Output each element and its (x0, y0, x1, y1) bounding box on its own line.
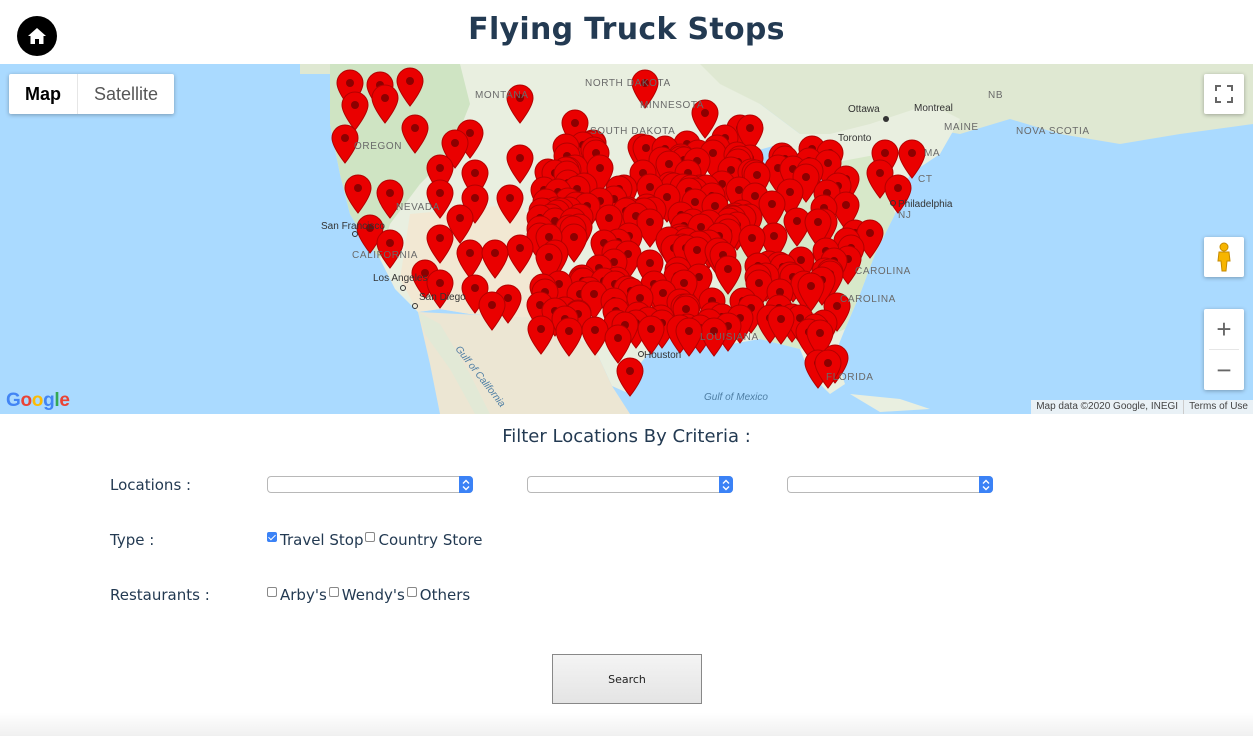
city-label: Toronto (838, 133, 872, 144)
state-label: NEVADA (396, 202, 440, 213)
travel-stop-checkbox[interactable] (267, 532, 277, 542)
locations-label: Locations : (110, 476, 192, 494)
restaurant-options: Arby's Wendy's Others (267, 586, 470, 604)
state-label: SOUTH DAKOTA (590, 126, 675, 137)
type-options: Travel Stop Country Store (267, 531, 482, 549)
wendys-checkbox[interactable] (328, 587, 339, 597)
travel-stop-label: Travel Stop (280, 531, 364, 549)
arbys-checkbox[interactable] (267, 587, 277, 597)
state-label: FLORIDA (826, 372, 874, 383)
region-label: NOVA SCOTIA (1016, 126, 1090, 137)
arbys-label: Arby's (280, 586, 327, 604)
wendys-label: Wendy's (341, 586, 405, 604)
city-label: Los Angeles (373, 273, 428, 284)
select-arrow-icon (979, 476, 993, 493)
state-label: CALIFORNIA (352, 250, 418, 261)
select-arrow-icon (459, 476, 473, 493)
google-logo: Google (6, 390, 70, 411)
filter-title: Filter Locations By Criteria : (502, 426, 751, 447)
city-label: Houston (644, 350, 681, 361)
fullscreen-icon (1215, 85, 1233, 103)
header: Flying Truck Stops (0, 0, 1253, 64)
country-store-label: Country Store (378, 531, 483, 549)
location-select-3[interactable] (787, 476, 993, 493)
state-label: NJ (898, 210, 911, 221)
map-type-control: Map Satellite (9, 74, 175, 114)
water-label: Gulf of California (453, 344, 508, 410)
map-type-satellite-button[interactable]: Satellite (77, 74, 174, 114)
state-label: MINNESOTA (640, 100, 704, 111)
map-attribution: Map data ©2020 Google, INEGI Terms of Us… (1031, 400, 1253, 414)
others-checkbox[interactable] (406, 587, 417, 597)
location-select-2[interactable] (527, 476, 733, 493)
page-title: Flying Truck Stops (468, 12, 785, 47)
type-label: Type : (110, 531, 155, 549)
fullscreen-button[interactable] (1204, 74, 1244, 114)
zoom-in-button[interactable]: + (1204, 309, 1244, 349)
city-label: San Diego (419, 292, 466, 303)
state-label: MONTANA (475, 90, 528, 101)
restaurants-label: Restaurants : (110, 586, 210, 604)
state-label: MA (924, 148, 940, 159)
map[interactable]: MONTANA NORTH DAKOTA SOUTH DAKOTA MINNES… (0, 64, 1253, 414)
pegman-icon (1217, 242, 1231, 272)
map-type-map-button[interactable]: Map (9, 74, 77, 114)
state-label: NB (988, 90, 1003, 101)
page-bottom-shadow (0, 712, 1253, 736)
city-label: Montreal (914, 103, 953, 114)
zoom-out-button[interactable]: − (1204, 350, 1244, 390)
city-label: Ottawa (848, 104, 880, 115)
label-layer: MONTANA NORTH DAKOTA SOUTH DAKOTA MINNES… (321, 78, 1090, 410)
country-store-checkbox[interactable] (365, 532, 376, 542)
zoom-control: + − (1204, 309, 1244, 390)
select-arrow-icon (719, 476, 733, 493)
state-label: CT (918, 174, 933, 185)
state-label: CAROLINA (855, 266, 911, 277)
city-label: Philadelphia (898, 199, 953, 210)
state-label: MAINE (944, 122, 979, 133)
search-button[interactable]: Search (552, 654, 702, 704)
state-label: CAROLINA (840, 294, 896, 305)
state-label: OREGON (354, 141, 402, 152)
street-view-button[interactable] (1204, 237, 1244, 277)
city-label: San Francisco (321, 221, 385, 232)
attribution-text: Map data ©2020 Google, INEGI (1036, 401, 1179, 412)
location-select-1[interactable] (267, 476, 473, 493)
others-label: Others (419, 586, 471, 604)
terms-link[interactable]: Terms of Use (1183, 400, 1253, 414)
state-label: NORTH DAKOTA (585, 78, 671, 89)
state-label: LOUISIANA (700, 332, 759, 343)
water-label: Gulf of Mexico (704, 392, 768, 403)
